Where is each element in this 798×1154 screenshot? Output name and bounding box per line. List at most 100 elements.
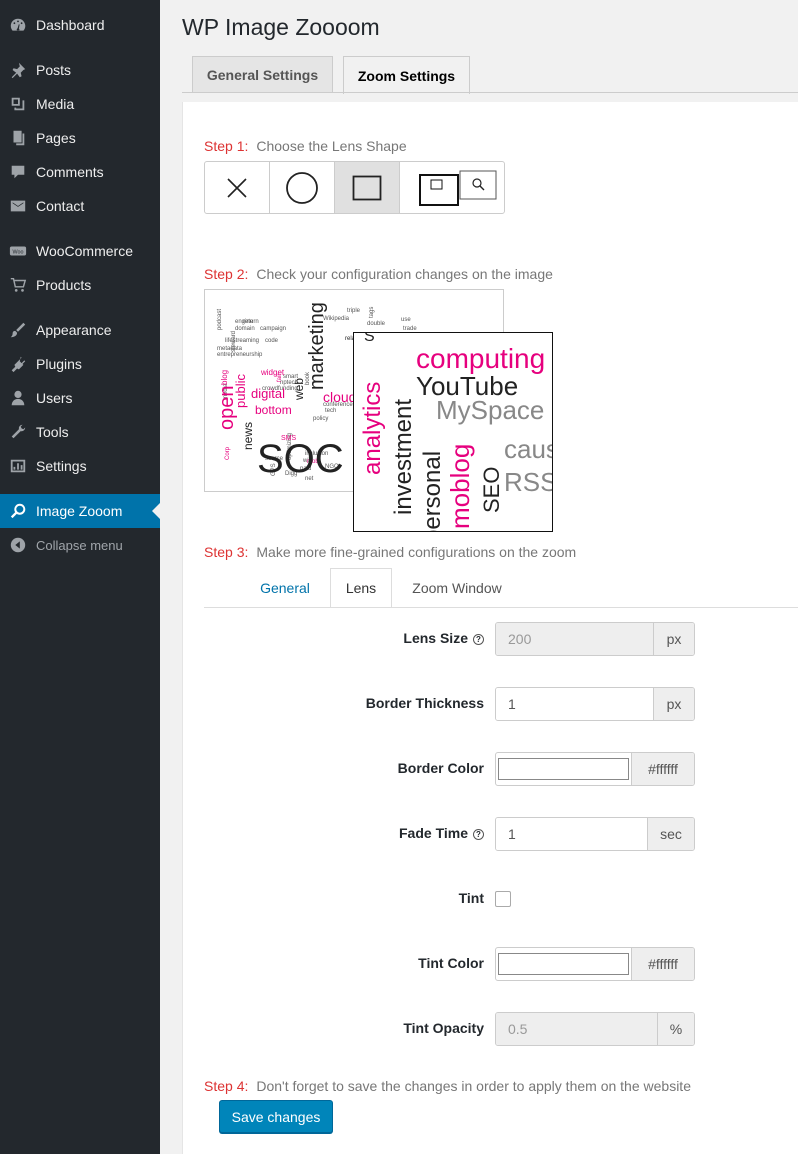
fade-time-label: Fade Time?: [399, 825, 484, 841]
step-number: Step 4:: [204, 1078, 249, 1094]
media-icon: [8, 94, 28, 114]
border-color-label: Border Color: [397, 760, 484, 776]
sidebar-item-contact[interactable]: Contact: [0, 189, 160, 223]
svg-text:SOC: SOC: [257, 437, 344, 481]
svg-text:news: news: [241, 422, 255, 450]
zoom-lens[interactable]: computing analytics moblog YouTube inves…: [353, 332, 553, 532]
cart-icon: [8, 275, 28, 295]
sidebar-item-settings[interactable]: Settings: [0, 449, 160, 483]
zoom-window-icon: [419, 170, 497, 206]
sidebar-item-label: Products: [36, 277, 92, 293]
step-number: Step 2:: [204, 266, 249, 282]
step-text: Make more fine-grained configurations on…: [256, 544, 577, 560]
square-icon: [352, 175, 382, 200]
svg-text:entrepreneurship: entrepreneurship: [217, 352, 263, 358]
subtab-lens[interactable]: Lens: [330, 568, 392, 608]
step-text: Choose the Lens Shape: [256, 138, 407, 154]
step-2: Step 2: Check your configuration changes …: [204, 266, 553, 282]
svg-text:personal: personal: [419, 451, 446, 532]
border-thickness-input[interactable]: 1: [496, 688, 653, 720]
sidebar-item-dashboard[interactable]: Dashboard: [0, 8, 160, 42]
dashboard-icon: [8, 15, 28, 35]
fade-time-field[interactable]: 1 sec: [495, 817, 695, 851]
sidebar-item-comments[interactable]: Comments: [0, 155, 160, 189]
border-color-swatch[interactable]: [498, 758, 629, 780]
subtab-zoom-window[interactable]: Zoom Window: [397, 568, 517, 608]
step-text: Check your configuration changes on the …: [256, 266, 553, 282]
svg-text:digital: digital: [251, 386, 285, 401]
tint-color-value: #ffffff: [631, 948, 694, 980]
sidebar-item-tools[interactable]: Tools: [0, 415, 160, 449]
help-icon[interactable]: ?: [473, 829, 484, 840]
wrench-icon: [8, 422, 28, 442]
unit-addon: px: [653, 688, 694, 720]
sidebar-item-label: WooCommerce: [36, 243, 133, 259]
svg-text:policy: policy: [313, 416, 328, 422]
woo-icon: Woo: [8, 241, 28, 261]
plug-icon: [8, 354, 28, 374]
svg-text:blog: blog: [220, 370, 229, 385]
subtab-general[interactable]: General: [245, 568, 325, 608]
sidebar-item-label: Dashboard: [36, 17, 105, 33]
fade-time-input[interactable]: 1: [496, 818, 647, 850]
tab-divider: [182, 92, 798, 93]
shape-round-button[interactable]: [270, 162, 335, 213]
page-title: WP Image Zoooom: [182, 14, 380, 40]
sidebar-item-label: Contact: [36, 198, 85, 214]
sidebar-item-label: Comments: [36, 164, 104, 180]
help-icon[interactable]: ?: [473, 634, 484, 645]
svg-text:double: double: [367, 321, 386, 327]
border-color-field[interactable]: #ffffff: [495, 752, 695, 786]
svg-text:bottom: bottom: [255, 403, 292, 417]
unit-addon: %: [657, 1013, 694, 1045]
tint-color-swatch[interactable]: [498, 953, 629, 975]
tint-opacity-field[interactable]: 0.5 %: [495, 1012, 695, 1046]
svg-text:cloud: cloud: [323, 389, 356, 405]
shape-none-button[interactable]: [205, 162, 270, 213]
border-thickness-field[interactable]: 1 px: [495, 687, 695, 721]
tab-zoom-settings[interactable]: Zoom Settings: [343, 56, 470, 94]
zoomed-wordcloud: computing analytics moblog YouTube inves…: [359, 333, 552, 532]
tint-color-field[interactable]: #ffffff: [495, 947, 695, 981]
lens-size-field[interactable]: 200 px: [495, 622, 695, 656]
magnifier-icon: [8, 501, 28, 521]
collapse-menu-label: Collapse menu: [36, 537, 123, 553]
svg-text:tech: tech: [325, 408, 336, 414]
sidebar-item-label: Plugins: [36, 356, 82, 372]
sidebar-item-appearance[interactable]: Appearance: [0, 313, 160, 347]
sidebar-item-plugins[interactable]: Plugins: [0, 347, 160, 381]
sidebar-item-media[interactable]: Media: [0, 87, 160, 121]
step-4: Step 4: Don't forget to save the changes …: [204, 1078, 691, 1094]
sidebar-item-posts[interactable]: Posts: [0, 53, 160, 87]
shape-zoom-window-button[interactable]: [400, 162, 504, 213]
save-changes-button[interactable]: Save changes: [219, 1100, 333, 1133]
svg-text:marketing: marketing: [306, 302, 328, 390]
pin-icon: [8, 60, 28, 80]
sidebar-item-label: Posts: [36, 62, 72, 78]
sidebar-item-label: Settings: [36, 458, 87, 474]
shape-square-button[interactable]: [335, 162, 400, 213]
user-icon: [8, 388, 28, 408]
svg-text:lifestreaming: lifestreaming: [225, 338, 259, 344]
tint-opacity-input[interactable]: 0.5: [496, 1013, 657, 1045]
sidebar-item-label: Media: [36, 96, 75, 112]
lens-size-input[interactable]: 200: [496, 623, 653, 655]
sidebar-item-users[interactable]: Users: [0, 381, 160, 415]
main-content: WP Image Zoooom General Settings Zoom Se…: [160, 0, 798, 1154]
unit-addon: px: [653, 623, 694, 655]
svg-text:moblog: moblog: [445, 444, 475, 529]
sidebar-item-pages[interactable]: Pages: [0, 121, 160, 155]
sidebar-item-products[interactable]: Products: [0, 268, 160, 302]
tint-opacity-label: Tint Opacity: [403, 1020, 484, 1036]
admin-sidebar: Dashboard Posts Media Pages Comments Con…: [0, 0, 160, 1154]
tint-checkbox[interactable]: [495, 891, 511, 907]
sidebar-item-woocommerce[interactable]: Woo WooCommerce: [0, 234, 160, 268]
tab-general-settings[interactable]: General Settings: [192, 56, 333, 93]
collapse-menu-button[interactable]: Collapse menu: [0, 528, 160, 562]
sidebar-item-image-zooom[interactable]: Image Zooom: [0, 494, 160, 528]
sidebar-item-label: Pages: [36, 130, 76, 146]
settings-icon: [8, 456, 28, 476]
svg-text:analytics: analytics: [359, 382, 386, 475]
mail-icon: [8, 196, 28, 216]
svg-text:computing: computing: [416, 343, 545, 374]
